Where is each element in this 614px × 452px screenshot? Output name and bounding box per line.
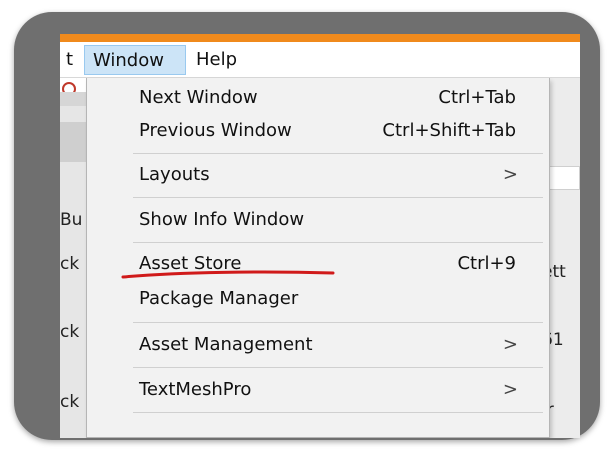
menu-item-next-window[interactable]: Next Window Ctrl+Tab [88,82,544,114]
menu-item-show-info-window[interactable]: Show Info Window [88,204,544,236]
menu-item-shortcut: Ctrl+Shift+Tab [382,120,516,141]
menu-item-previous-window[interactable]: Previous Window Ctrl+Shift+Tab [88,115,544,147]
menu-item-package-manager[interactable]: Package Manager [88,283,544,315]
window-menu-dropdown: Next Window Ctrl+Tab Previous Window Ctr… [86,78,550,438]
menu-item-asset-management[interactable]: Asset Management > [88,329,544,361]
annotation-underline [121,270,335,279]
menu-separator [133,153,543,154]
menu-bar: t Window Help [60,42,580,78]
menu-item-layouts[interactable]: Layouts > [88,159,544,191]
menu-item-label: Next Window [139,87,258,108]
menu-item-label: Asset Management [139,334,313,355]
background-label: ck [60,322,80,342]
menu-separator [133,242,543,243]
menu-separator [133,322,543,323]
menu-item-shortcut: Ctrl+9 [457,253,516,274]
background-label: ck [60,392,80,412]
menu-help[interactable]: Help [188,45,245,75]
menu-item-label: Package Manager [139,288,299,309]
menu-separator [133,367,543,368]
menu-separator [133,412,543,413]
background-label: Bu [60,210,83,230]
menu-item-label: Previous Window [139,120,292,141]
menu-window[interactable]: Window [84,45,186,75]
menu-item-textmeshpro[interactable]: TextMeshPro > [88,374,544,406]
menu-item-shortcut: Ctrl+Tab [438,87,516,108]
menu-edit-partial[interactable]: t [60,45,81,75]
menu-item-label: Show Info Window [139,209,305,230]
menu-item-label: Layouts [139,164,210,185]
chevron-right-icon: > [502,379,518,400]
screenshot-frame: Bu ck ck ck ett 61 ir t Window Help Next… [14,12,600,440]
chevron-right-icon: > [502,334,518,355]
chevron-right-icon: > [502,164,518,185]
background-label: ck [60,254,80,274]
title-accent-bar [60,34,580,42]
menu-item-label: TextMeshPro [139,379,252,400]
menu-separator [133,197,543,198]
app-window: Bu ck ck ck ett 61 ir t Window Help Next… [60,34,580,438]
